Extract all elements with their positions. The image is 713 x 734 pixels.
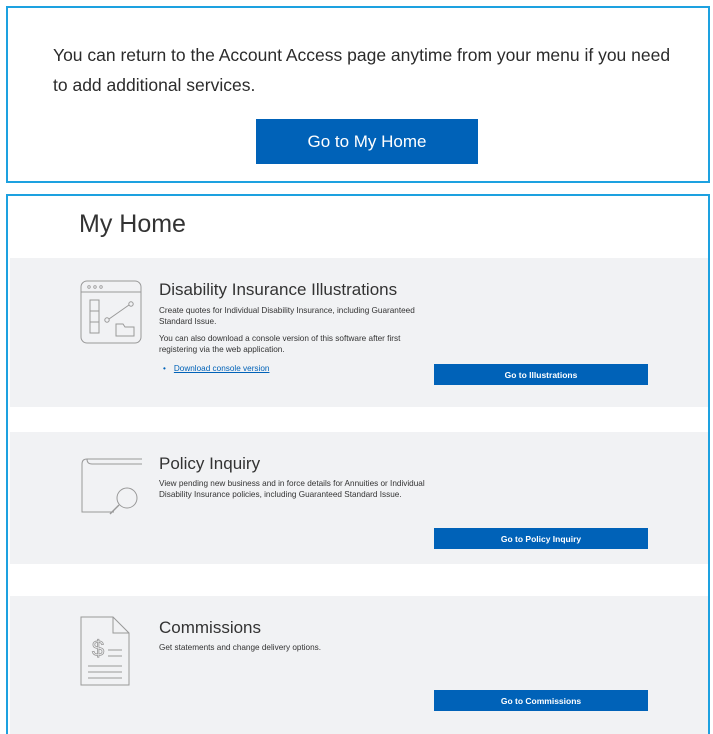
my-home-panel: My Home Disability Insurance Illustratio… bbox=[6, 194, 710, 734]
card-description: View pending new business and in force d… bbox=[159, 479, 425, 499]
card-title: Disability Insurance Illustrations bbox=[159, 280, 398, 299]
go-to-commissions-button[interactable]: Go to Commissions bbox=[434, 690, 648, 711]
card-description: Create quotes for Individual Disability … bbox=[159, 306, 415, 326]
go-to-my-home-button[interactable]: Go to My Home bbox=[256, 119, 478, 164]
go-to-policy-inquiry-button[interactable]: Go to Policy Inquiry bbox=[434, 528, 648, 549]
download-link-row: • Download console version bbox=[159, 364, 269, 373]
card-title: Policy Inquiry bbox=[159, 454, 261, 473]
card-commissions: $ Commissions Get statements and change … bbox=[10, 596, 708, 734]
dollar-document-icon: $ bbox=[80, 616, 130, 686]
page-title: My Home bbox=[79, 210, 186, 238]
illustration-window-icon bbox=[80, 280, 142, 344]
card-disability-illustrations: Disability Insurance Illustrations Creat… bbox=[10, 258, 708, 407]
go-to-illustrations-button[interactable]: Go to Illustrations bbox=[434, 364, 648, 385]
card-extra-text: You can also download a console version … bbox=[159, 334, 401, 354]
bullet-icon: • bbox=[163, 364, 166, 373]
svg-text:$: $ bbox=[92, 636, 104, 661]
account-access-panel: You can return to the Account Access pag… bbox=[6, 6, 710, 183]
magnifier-book-icon bbox=[81, 458, 142, 515]
download-console-link[interactable]: Download console version bbox=[174, 364, 270, 373]
card-title: Commissions bbox=[159, 618, 262, 637]
card-policy-inquiry: Policy Inquiry View pending new business… bbox=[10, 432, 708, 564]
card-description: Get statements and change delivery optio… bbox=[159, 643, 322, 652]
account-access-message: You can return to the Account Access pag… bbox=[53, 45, 671, 95]
